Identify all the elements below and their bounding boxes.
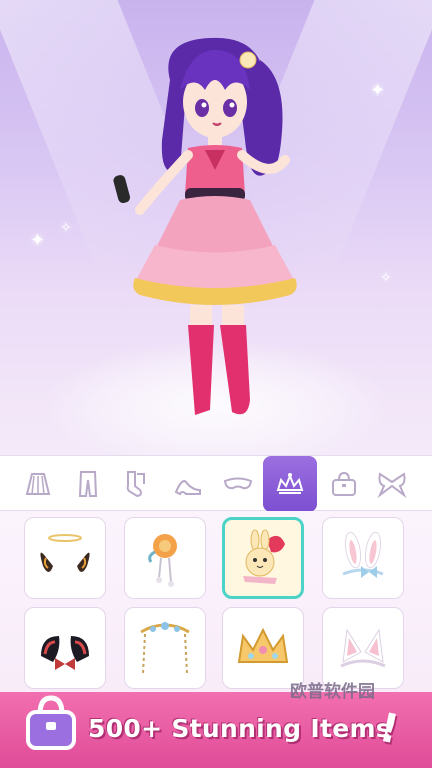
tiara-icon [276, 473, 304, 494]
tab-pants[interactable] [64, 460, 112, 508]
bat-ears-icon [41, 636, 89, 670]
tab-shoes[interactable] [164, 460, 212, 508]
item-bunny-ears[interactable] [322, 517, 404, 599]
bunny-ears-icon [342, 531, 384, 578]
high-heel-icon [174, 480, 201, 496]
item-bunny-clip[interactable] [222, 517, 304, 599]
crown-icon [237, 627, 289, 663]
handbag-icon [332, 471, 356, 496]
banner-exclamation: ! [375, 704, 403, 754]
tab-mask[interactable] [214, 460, 262, 508]
item-bat-ears[interactable] [24, 607, 106, 689]
flower-hairpin-icon [148, 534, 177, 587]
sparkle-icon: ✧ [60, 220, 72, 236]
anime-girl-character[interactable] [100, 20, 330, 440]
bow-icon [377, 472, 407, 499]
item-halo-butterflies[interactable] [24, 517, 106, 599]
banner-title: 500+ Stunning Items [88, 714, 391, 743]
tab-tiara[interactable] [263, 456, 317, 512]
promo-banner: 500+ Stunning Items ! [0, 692, 432, 768]
pants-icon [78, 471, 98, 497]
tab-socks[interactable] [112, 460, 160, 508]
item-flower-hairpin[interactable] [124, 517, 206, 599]
mask-icon [223, 477, 253, 490]
item-veil-tiara[interactable] [124, 607, 206, 689]
tab-bag[interactable] [320, 460, 368, 508]
sparkle-icon: ✧ [380, 270, 392, 286]
tab-bow[interactable] [368, 460, 416, 508]
sparkle-icon: ✦ [370, 80, 386, 101]
socks-icon [126, 471, 145, 498]
watermark: 欧普软件园 [290, 682, 375, 702]
veil-tiara-icon [140, 622, 190, 675]
bunny-clip-icon [243, 529, 285, 584]
skirt-icon [25, 473, 51, 495]
handbag-icon [26, 695, 76, 750]
character-stage: ✦ ✦ ✧ ✧ ✦ [0, 0, 432, 455]
tab-skirt[interactable] [14, 460, 62, 508]
cat-ears-icon [340, 628, 386, 668]
sparkle-icon: ✦ [30, 230, 46, 251]
halo-butterfly-icon [40, 534, 90, 572]
category-tab-bar [0, 455, 432, 512]
